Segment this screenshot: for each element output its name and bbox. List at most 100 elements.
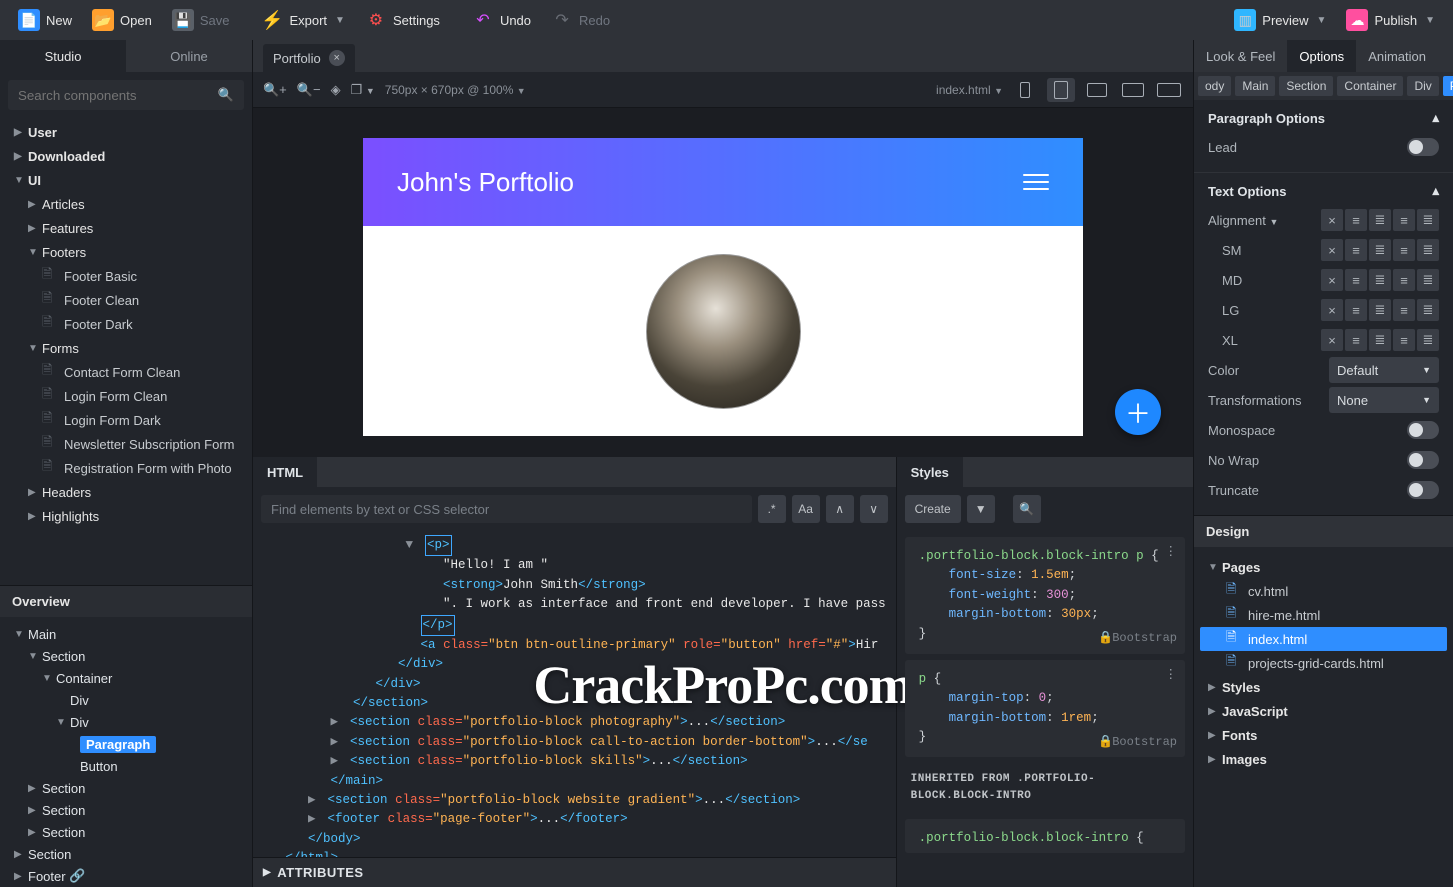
design-pages[interactable]: ▼Pages	[1200, 555, 1447, 579]
ov-div2[interactable]: ▼Div	[0, 711, 252, 733]
ov-main[interactable]: ▼Main	[0, 623, 252, 645]
md-j[interactable]: ≣	[1417, 269, 1439, 291]
design-js[interactable]: ▶JavaScript	[1200, 699, 1447, 723]
device-xs-icon[interactable]	[1011, 78, 1039, 102]
tree-footer-basic[interactable]: 🗎Footer Basic	[0, 264, 252, 288]
preview-button[interactable]: ▥Preview▼	[1224, 5, 1336, 35]
tree-registration[interactable]: 🗎Registration Form with Photo	[0, 456, 252, 480]
animation-tab[interactable]: Animation	[1356, 40, 1438, 72]
file-hire[interactable]: 🗎hire-me.html	[1200, 603, 1447, 627]
xl-c[interactable]: ≣	[1369, 329, 1391, 351]
crumb-container[interactable]: Container	[1337, 76, 1403, 96]
device-xl-icon[interactable]	[1155, 78, 1183, 102]
crumb-body[interactable]: ody	[1198, 76, 1231, 96]
tree-footers[interactable]: ▼Footers	[0, 240, 252, 264]
md-c[interactable]: ≣	[1369, 269, 1391, 291]
style-rule-3[interactable]: .portfolio-block.block-intro {	[905, 819, 1185, 852]
ov-container[interactable]: ▼Container	[0, 667, 252, 689]
lg-clear[interactable]: ×	[1321, 299, 1343, 321]
color-select[interactable]: Default▼	[1329, 357, 1439, 383]
align-left[interactable]: ≡	[1345, 209, 1367, 231]
align-right[interactable]: ≡	[1393, 209, 1415, 231]
redo-button[interactable]: ↷Redo	[541, 5, 620, 35]
online-tab[interactable]: Online	[126, 40, 252, 72]
device-md-icon[interactable]	[1083, 78, 1111, 102]
ov-section2[interactable]: ▶Section	[0, 777, 252, 799]
xl-clear[interactable]: ×	[1321, 329, 1343, 351]
current-file[interactable]: index.html ▼	[936, 83, 1003, 97]
text-options-title[interactable]: Text Options▴	[1208, 183, 1439, 199]
tree-highlights[interactable]: ▶Highlights	[0, 504, 252, 528]
zoom-out-icon[interactable]: 🔍−	[297, 82, 321, 98]
xl-l[interactable]: ≡	[1345, 329, 1367, 351]
search-styles-button[interactable]: 🔍	[1013, 495, 1041, 523]
lookfeel-tab[interactable]: Look & Feel	[1194, 40, 1287, 72]
create-style-button[interactable]: Create	[905, 495, 961, 523]
more-icon[interactable]: ⋮	[1165, 666, 1178, 685]
file-index[interactable]: 🗎index.html	[1200, 627, 1447, 651]
add-fab-button[interactable]: ＋	[1115, 389, 1161, 435]
tree-login-clean[interactable]: 🗎Login Form Clean	[0, 384, 252, 408]
align-clear[interactable]: ×	[1321, 209, 1343, 231]
crumb-div[interactable]: Div	[1407, 76, 1438, 96]
file-projects[interactable]: 🗎projects-grid-cards.html	[1200, 651, 1447, 675]
md-l[interactable]: ≡	[1345, 269, 1367, 291]
document-tab[interactable]: Portfolio ×	[263, 44, 355, 72]
prev-button[interactable]: ∧	[826, 495, 854, 523]
tree-downloaded[interactable]: ▶Downloaded	[0, 144, 252, 168]
crumb-paragraph[interactable]: Paragraph	[1443, 76, 1453, 96]
case-button[interactable]: Aa	[792, 495, 820, 523]
more-icon[interactable]: ⋮	[1165, 543, 1178, 562]
ov-paragraph[interactable]: Paragraph	[0, 733, 252, 755]
device-sm-icon[interactable]	[1047, 78, 1075, 102]
design-tab[interactable]: Design	[1194, 515, 1453, 547]
styles-tab[interactable]: Styles	[897, 457, 963, 487]
export-button[interactable]: ⚡Export▼	[251, 5, 354, 35]
align-center[interactable]: ≣	[1369, 209, 1391, 231]
canvas[interactable]: John's Porftolio ＋	[253, 108, 1193, 457]
tree-features[interactable]: ▶Features	[0, 216, 252, 240]
md-clear[interactable]: ×	[1321, 269, 1343, 291]
align-justify[interactable]: ≣	[1417, 209, 1439, 231]
tree-footer-clean[interactable]: 🗎Footer Clean	[0, 288, 252, 312]
zoom-in-icon[interactable]: 🔍+	[263, 82, 287, 98]
tree-ui[interactable]: ▼UI	[0, 168, 252, 192]
style-rule-2[interactable]: ⋮ p { margin-top: 0; margin-bottom: 1rem…	[905, 660, 1185, 758]
nowrap-toggle[interactable]	[1407, 451, 1439, 469]
paragraph-options-title[interactable]: Paragraph Options▴	[1208, 110, 1439, 126]
studio-tab[interactable]: Studio	[0, 40, 126, 72]
attributes-header[interactable]: ▶ATTRIBUTES	[253, 857, 896, 887]
monospace-toggle[interactable]	[1407, 421, 1439, 439]
lg-l[interactable]: ≡	[1345, 299, 1367, 321]
transform-select[interactable]: None▼	[1329, 387, 1439, 413]
html-tab[interactable]: HTML	[253, 457, 317, 487]
crumb-main[interactable]: Main	[1235, 76, 1275, 96]
sm-c[interactable]: ≣	[1369, 239, 1391, 261]
tree-forms[interactable]: ▼Forms	[0, 336, 252, 360]
close-tab-icon[interactable]: ×	[329, 50, 345, 66]
open-button[interactable]: 📂Open	[82, 5, 162, 35]
ov-section4[interactable]: ▶Section	[0, 821, 252, 843]
xl-r[interactable]: ≡	[1393, 329, 1415, 351]
options-tab[interactable]: Options	[1287, 40, 1356, 72]
tree-newsletter[interactable]: 🗎Newsletter Subscription Form	[0, 432, 252, 456]
next-button[interactable]: ∨	[860, 495, 888, 523]
tree-contact-form[interactable]: 🗎Contact Form Clean	[0, 360, 252, 384]
save-button[interactable]: 💾Save	[162, 5, 240, 35]
xl-j[interactable]: ≣	[1417, 329, 1439, 351]
ov-button[interactable]: Button	[0, 755, 252, 777]
lg-c[interactable]: ≣	[1369, 299, 1391, 321]
settings-button[interactable]: ⚙Settings	[355, 5, 450, 35]
tree-headers[interactable]: ▶Headers	[0, 480, 252, 504]
tree-articles[interactable]: ▶Articles	[0, 192, 252, 216]
ov-section5[interactable]: ▶Section	[0, 843, 252, 865]
find-elements-input[interactable]: Find elements by text or CSS selector	[261, 495, 752, 523]
sm-l[interactable]: ≡	[1345, 239, 1367, 261]
design-fonts[interactable]: ▶Fonts	[1200, 723, 1447, 747]
file-cv[interactable]: 🗎cv.html	[1200, 579, 1447, 603]
tree-login-dark[interactable]: 🗎Login Form Dark	[0, 408, 252, 432]
regex-button[interactable]: .*	[758, 495, 786, 523]
ov-div1[interactable]: Div	[0, 689, 252, 711]
ov-section[interactable]: ▼Section	[0, 645, 252, 667]
new-button[interactable]: 📄New	[8, 5, 82, 35]
